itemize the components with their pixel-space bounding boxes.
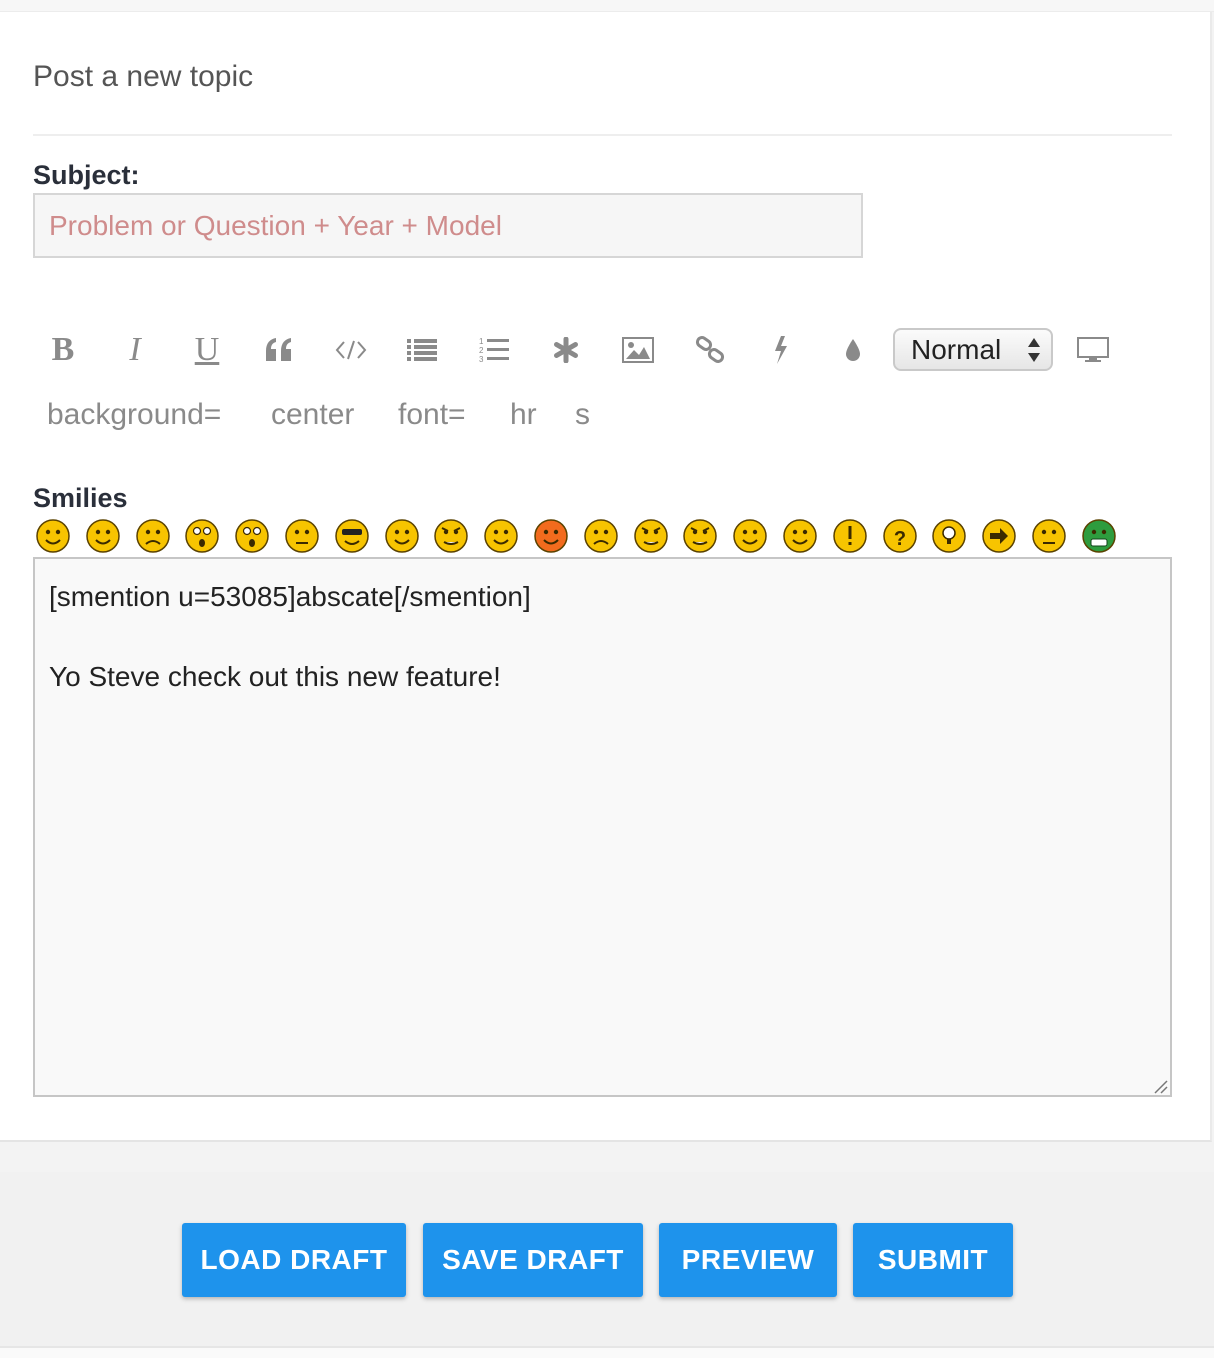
smiley-sad-icon[interactable] [135,518,171,554]
monitor-button[interactable] [1063,313,1123,387]
select-arrows-icon [1028,338,1040,362]
smiley-question-icon[interactable]: ? [882,518,918,554]
smiley-arrow-icon[interactable] [981,518,1017,554]
smiley-mad-icon[interactable] [433,518,469,554]
smiley-neutral-icon[interactable] [1031,518,1067,554]
image-icon [622,337,654,363]
format-toolbar: B I U 1 2 3 Normal [33,313,1133,387]
load-draft-button[interactable]: LOAD DRAFT [182,1223,406,1297]
smiley-rolling-eyes-icon[interactable] [732,518,768,554]
top-strip [0,0,1214,12]
smilies-row: ? [33,516,1133,556]
lightning-icon [775,336,787,364]
save-draft-button[interactable]: SAVE DRAFT [423,1223,643,1297]
bbcode-center[interactable]: center [257,398,368,432]
title-divider [33,134,1172,136]
flash-button[interactable] [751,313,811,387]
underline-icon: U [194,331,220,368]
underline-button[interactable]: U [177,313,237,387]
font-size-selected: Normal [911,333,1002,365]
subject-label: Subject: [33,160,140,190]
italic-button[interactable]: I [105,313,165,387]
svg-text:2: 2 [479,346,484,355]
subject-input[interactable] [33,193,863,258]
smiley-very-happy-icon[interactable] [35,518,71,554]
bold-icon: B [51,331,75,368]
bold-button[interactable]: B [33,313,93,387]
smiley-exclamation-icon[interactable] [832,518,868,554]
bbcode-hr[interactable]: hr [496,398,551,432]
link-icon [695,336,725,363]
smiley-idea-icon[interactable] [931,518,967,554]
smiley-twisted-evil-icon[interactable] [682,518,718,554]
color-button[interactable] [823,313,883,387]
smiley-cool-icon[interactable] [334,518,370,554]
italic-icon: I [129,331,141,368]
preview-button[interactable]: PREVIEW [659,1223,837,1297]
smiley-wink-icon[interactable] [782,518,818,554]
svg-text:3: 3 [479,355,484,364]
code-button[interactable] [321,313,381,387]
numbered-list-button[interactable]: 1 2 3 [464,313,524,387]
submit-button[interactable]: SUBMIT [853,1223,1013,1297]
image-button[interactable] [608,313,668,387]
monitor-icon [1077,337,1109,362]
quote-button[interactable] [249,313,309,387]
link-button[interactable] [680,313,740,387]
resize-grip-icon[interactable] [1152,1078,1168,1094]
message-textarea[interactable] [33,557,1172,1097]
smiley-surprised-icon[interactable] [184,518,220,554]
bbcode-font[interactable]: font= [384,398,480,432]
page-title: Post a new topic [33,60,254,93]
font-size-select[interactable]: Normal [893,328,1053,371]
smiley-shocked-icon[interactable] [234,518,270,554]
smiley-evil-icon[interactable] [633,518,669,554]
smiley-smile-icon[interactable] [85,518,121,554]
bbcode-background[interactable]: background= [33,398,235,432]
smiley-razz-icon[interactable] [483,518,519,554]
asterisk-icon [554,337,578,363]
smilies-label: Smilies [33,483,128,513]
svg-text:?: ? [893,528,905,550]
bbcode-s[interactable]: s [561,398,604,432]
smiley-laughing-icon[interactable] [384,518,420,554]
code-icon [335,340,367,360]
list-item-button[interactable] [536,313,596,387]
svg-text:1: 1 [479,337,484,346]
droplet-icon [846,339,860,361]
smiley-crying-icon[interactable] [583,518,619,554]
smiley-mr-green-icon[interactable] [1081,518,1117,554]
numbered-list-icon: 1 2 3 [479,337,509,364]
quote-icon [266,338,291,361]
smiley-embarrassed-icon[interactable] [533,518,569,554]
bulleted-list-button[interactable] [392,313,452,387]
bulleted-list-icon [407,339,437,361]
smiley-confused-icon[interactable] [284,518,320,554]
footer-bottom-strip [0,1346,1214,1358]
